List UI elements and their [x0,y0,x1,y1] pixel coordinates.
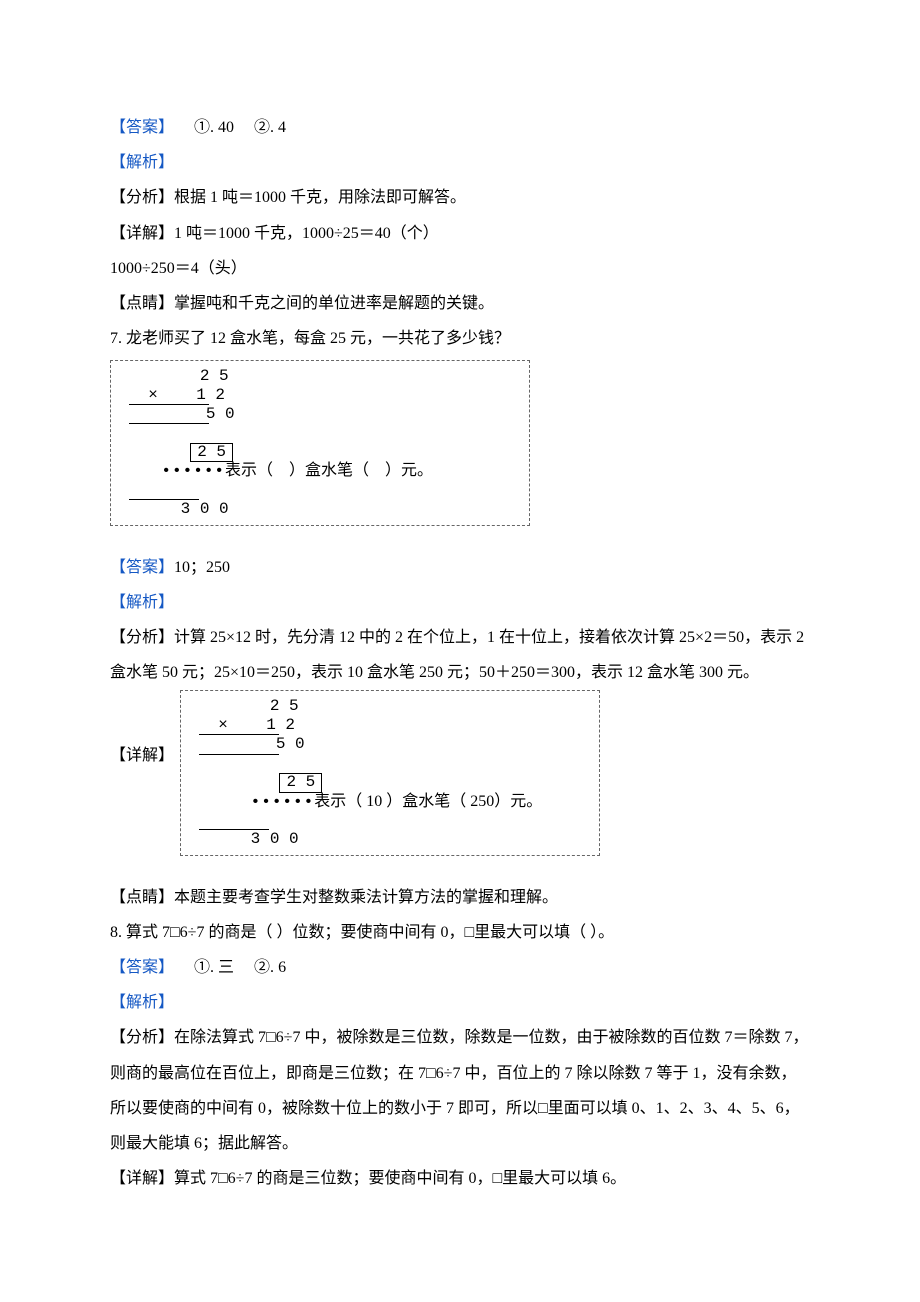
q8-number: 8. [110,924,126,941]
dcalc-r2: × 1 2 [199,716,279,735]
sec6-analysis: 【分析】根据 1 吨＝1000 千克，用除法即可解答。 [110,180,810,215]
dcalc-label: 表示（ 10 ）盒水笔（ 250）元。 [314,793,542,810]
dcalc-r3: 5 0 [199,735,279,754]
sec6-dianjing-text: 掌握吨和千克之间的单位进率是解题的关键。 [174,295,494,312]
q8-answer-line: 【答案】 ①. 三 ②. 6 [110,950,810,985]
sec6-detail: 【详解】1 吨＝1000 千克，1000÷25＝40（个） [110,216,810,251]
q7-calc-box: 2 5 × 1 2 5 0 2 5 ••••••表示（ ）盒水笔（ ）元。 3 … [110,360,530,525]
q8-ans1: 三 [218,959,234,976]
sec6-analysis-text: 根据 1 吨＝1000 千克，用除法即可解答。 [174,189,466,206]
circle-1: ①. [194,119,218,136]
answer-label: 【答案】 [110,959,174,976]
fill-pre: 表示（ [225,462,273,479]
detail-label: 【详解】 [110,225,174,242]
dianjing-label: 【点睛】 [110,889,174,906]
q7-question-text: 龙老师买了 12 盒水笔，每盒 25 元，一共花了多少钱？ [126,330,510,347]
dcalc-r5: 3 0 0 [193,830,587,848]
dcalc-dots: •••••• [251,793,315,811]
sec6-detail-text: 1 吨＝1000 千克，1000÷25＝40（个） [174,225,439,242]
calc-r2: × 1 2 [129,386,209,405]
dcalc-r1: 2 5 [193,697,587,715]
q7-detail-row: 【详解】 2 5 × 1 2 5 0 2 5 ••••••表示（ 10 ）盒水笔… [110,690,810,855]
fill-blank1[interactable] [273,462,289,479]
detail-label: 【详解】 [110,1170,174,1187]
q8-detail-text: 算式 7□6÷7 的商是三位数；要使商中间有 0，□里最大可以填 6。 [174,1170,626,1187]
q8-analysis: 【分析】在除法算式 7□6÷7 中，被除数是三位数，除数是一位数，由于被除数的百… [110,1020,810,1161]
q7-answer-line: 【答案】10；250 [110,550,810,585]
analysis-label: 【分析】 [110,1029,174,1046]
dianjing-label: 【点睛】 [110,295,174,312]
q7-dianjing: 【点睛】本题主要考查学生对整数乘法计算方法的掌握和理解。 [110,880,810,915]
q7-analysis-text: 计算 25×12 时，先分清 12 中的 2 在个位上，1 在十位上，接着依次计… [110,629,804,681]
q7-question: 7. 龙老师买了 12 盒水笔，每盒 25 元，一共花了多少钱？ [110,321,810,356]
q7-detail-calc-box: 2 5 × 1 2 5 0 2 5 ••••••表示（ 10 ）盒水笔（ 250… [180,690,600,855]
circle-1: ①. [194,959,218,976]
q8-ans2: 6 [278,959,286,976]
calc-dots: •••••• [161,462,225,480]
q7-dianjing-text: 本题主要考查学生对整数乘法计算方法的掌握和理解。 [174,889,558,906]
answer-label: 【答案】 [110,559,174,576]
sec6-ans2: 4 [278,119,286,136]
q8-detail: 【详解】算式 7□6÷7 的商是三位数；要使商中间有 0，□里最大可以填 6。 [110,1161,810,1196]
q8-question-text: 算式 7□6÷7 的商是（ ）位数；要使商中间有 0，□里最大可以填（ ）。 [126,924,614,941]
calc-label: 表示（ ）盒水笔（ ）元。 [225,462,433,479]
analysis-label: 【分析】 [110,189,174,206]
detail-label: 【详解】 [110,690,174,773]
q8-analysis-text: 在除法算式 7□6÷7 中，被除数是三位数，除数是一位数，由于被除数的百位数 7… [110,1029,808,1152]
explain-label: 【解析】 [110,145,810,180]
dfill-mid: ）盒水笔（ [386,793,466,810]
dfill-pre: 表示（ [314,793,362,810]
calc-r5: 3 0 0 [123,500,517,518]
q7-number: 7. [110,330,126,347]
sec6-answer-line: 【答案】 ①. 40 ②. 4 [110,110,810,145]
analysis-label: 【分析】 [110,629,174,646]
dcalc-box25: 2 5 [279,773,322,793]
fill-mid: ）盒水笔（ [289,462,369,479]
circle-2: ②. [254,959,278,976]
fill-blank2[interactable] [369,462,385,479]
dcalc-r4: 2 5 ••••••表示（ 10 ）盒水笔（ 250）元。 [193,755,587,830]
dfill-1: 10 [362,793,386,810]
explain-label: 【解析】 [110,985,810,1020]
q7-answer: 10；250 [174,559,230,576]
q7-analysis: 【分析】计算 25×12 时，先分清 12 中的 2 在个位上，1 在十位上，接… [110,620,810,690]
answer-label: 【答案】 [110,119,174,136]
sec6-ans1: 40 [218,119,234,136]
calc-r3: 5 0 [129,405,209,424]
calc-r1: 2 5 [123,367,517,385]
fill-end: ）元。 [385,462,433,479]
dfill-2: 250 [466,793,494,810]
calc-r4: 2 5 ••••••表示（ ）盒水笔（ ）元。 [123,424,517,499]
explain-label: 【解析】 [110,585,810,620]
sec6-dianjing: 【点睛】掌握吨和千克之间的单位进率是解题的关键。 [110,286,810,321]
dfill-end: ）元。 [494,793,542,810]
q8-question: 8. 算式 7□6÷7 的商是（ ）位数；要使商中间有 0，□里最大可以填（ ）… [110,915,810,950]
circle-2: ②. [254,119,278,136]
sec6-detail2: 1000÷250＝4（头） [110,251,810,286]
calc-box25: 2 5 [190,443,233,463]
